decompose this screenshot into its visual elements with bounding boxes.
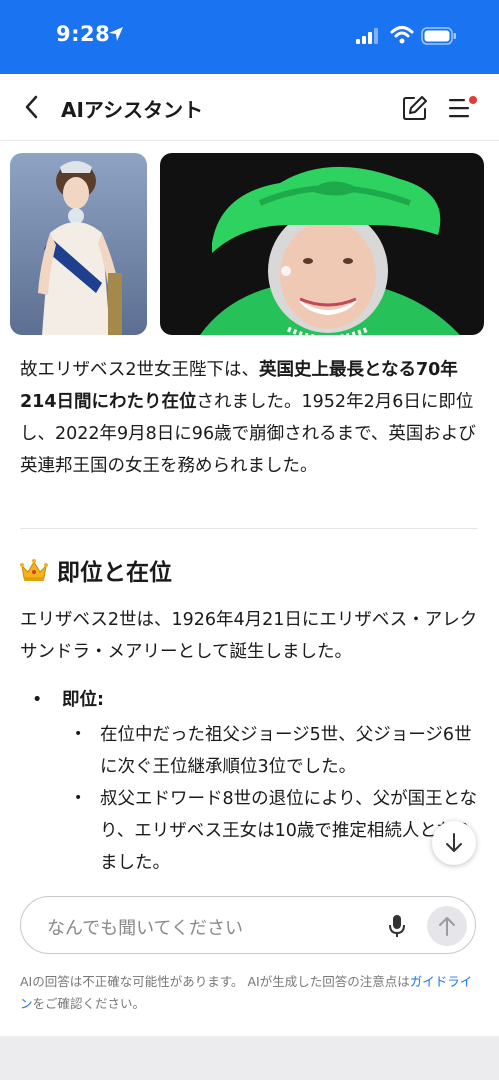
disclaimer-text-end: をご確認ください。 bbox=[32, 996, 146, 1011]
app-bar: AIアシスタント bbox=[0, 74, 499, 141]
location-arrow-icon bbox=[109, 27, 123, 41]
bullet-title: 即位: bbox=[62, 690, 104, 710]
sub-bullet-item: 在位中だった祖父ジョージ5世、父ジョージ6世に次ぐ王位継承順位3位でした。 bbox=[100, 725, 472, 777]
disclaimer-text: AIの回答は不正確な可能性があります。 AIが生成した回答の注意点は bbox=[20, 974, 410, 989]
portrait-image-young-queen[interactable] bbox=[10, 153, 147, 335]
section-paragraph: エリザベス2世は、1926年4月21日にエリザベス・アレクサンドラ・メアリーとし… bbox=[20, 610, 478, 662]
sub-bullet-item: 叔父エドワード8世の退位により、父が国王となり、エリザベス王女は10歳で推定相続… bbox=[100, 789, 478, 873]
status-bar: 9:28 bbox=[0, 0, 499, 74]
bullet-dot: • bbox=[32, 690, 43, 710]
status-time: 9:28 bbox=[56, 22, 111, 46]
arrow-up-icon bbox=[439, 917, 455, 936]
intro-text-part1: 故エリザベス2世女王陛下は、 bbox=[20, 360, 259, 380]
disclaimer: AIの回答は不正確な可能性があります。 AIが生成した回答の注意点はガイドライン… bbox=[20, 971, 482, 1015]
sub-bullet-dot: • bbox=[74, 790, 83, 806]
intro-paragraph: 故エリザベス2世女王陛下は、英国史上最長となる70年214日間にわたり在位されま… bbox=[20, 354, 482, 482]
photo-queen-green-hat[interactable] bbox=[160, 153, 484, 335]
microphone-icon[interactable] bbox=[387, 913, 407, 939]
back-arrow-icon[interactable] bbox=[22, 94, 42, 120]
send-button[interactable] bbox=[427, 906, 467, 946]
battery-icon bbox=[421, 27, 456, 45]
cellular-signal-icon bbox=[356, 28, 378, 44]
message-input[interactable]: なんでも聞いてください bbox=[20, 896, 476, 954]
section-heading: 即位と在位 bbox=[57, 560, 172, 586]
scroll-to-bottom-button[interactable] bbox=[432, 821, 476, 865]
page-title: AIアシスタント bbox=[61, 98, 204, 122]
message-input-placeholder: なんでも聞いてください bbox=[47, 918, 244, 939]
notification-dot bbox=[469, 96, 477, 104]
chat-panel: AIアシスタント 故エリザベス2世女王陛下は、英国史上最長となる70年214日間… bbox=[0, 74, 499, 1036]
wifi-icon bbox=[390, 26, 414, 44]
crown-icon bbox=[20, 559, 48, 581]
sub-bullet-dot: • bbox=[74, 726, 83, 742]
arrow-down-icon bbox=[446, 833, 462, 852]
compose-icon[interactable] bbox=[401, 94, 429, 122]
section-divider bbox=[20, 528, 478, 529]
